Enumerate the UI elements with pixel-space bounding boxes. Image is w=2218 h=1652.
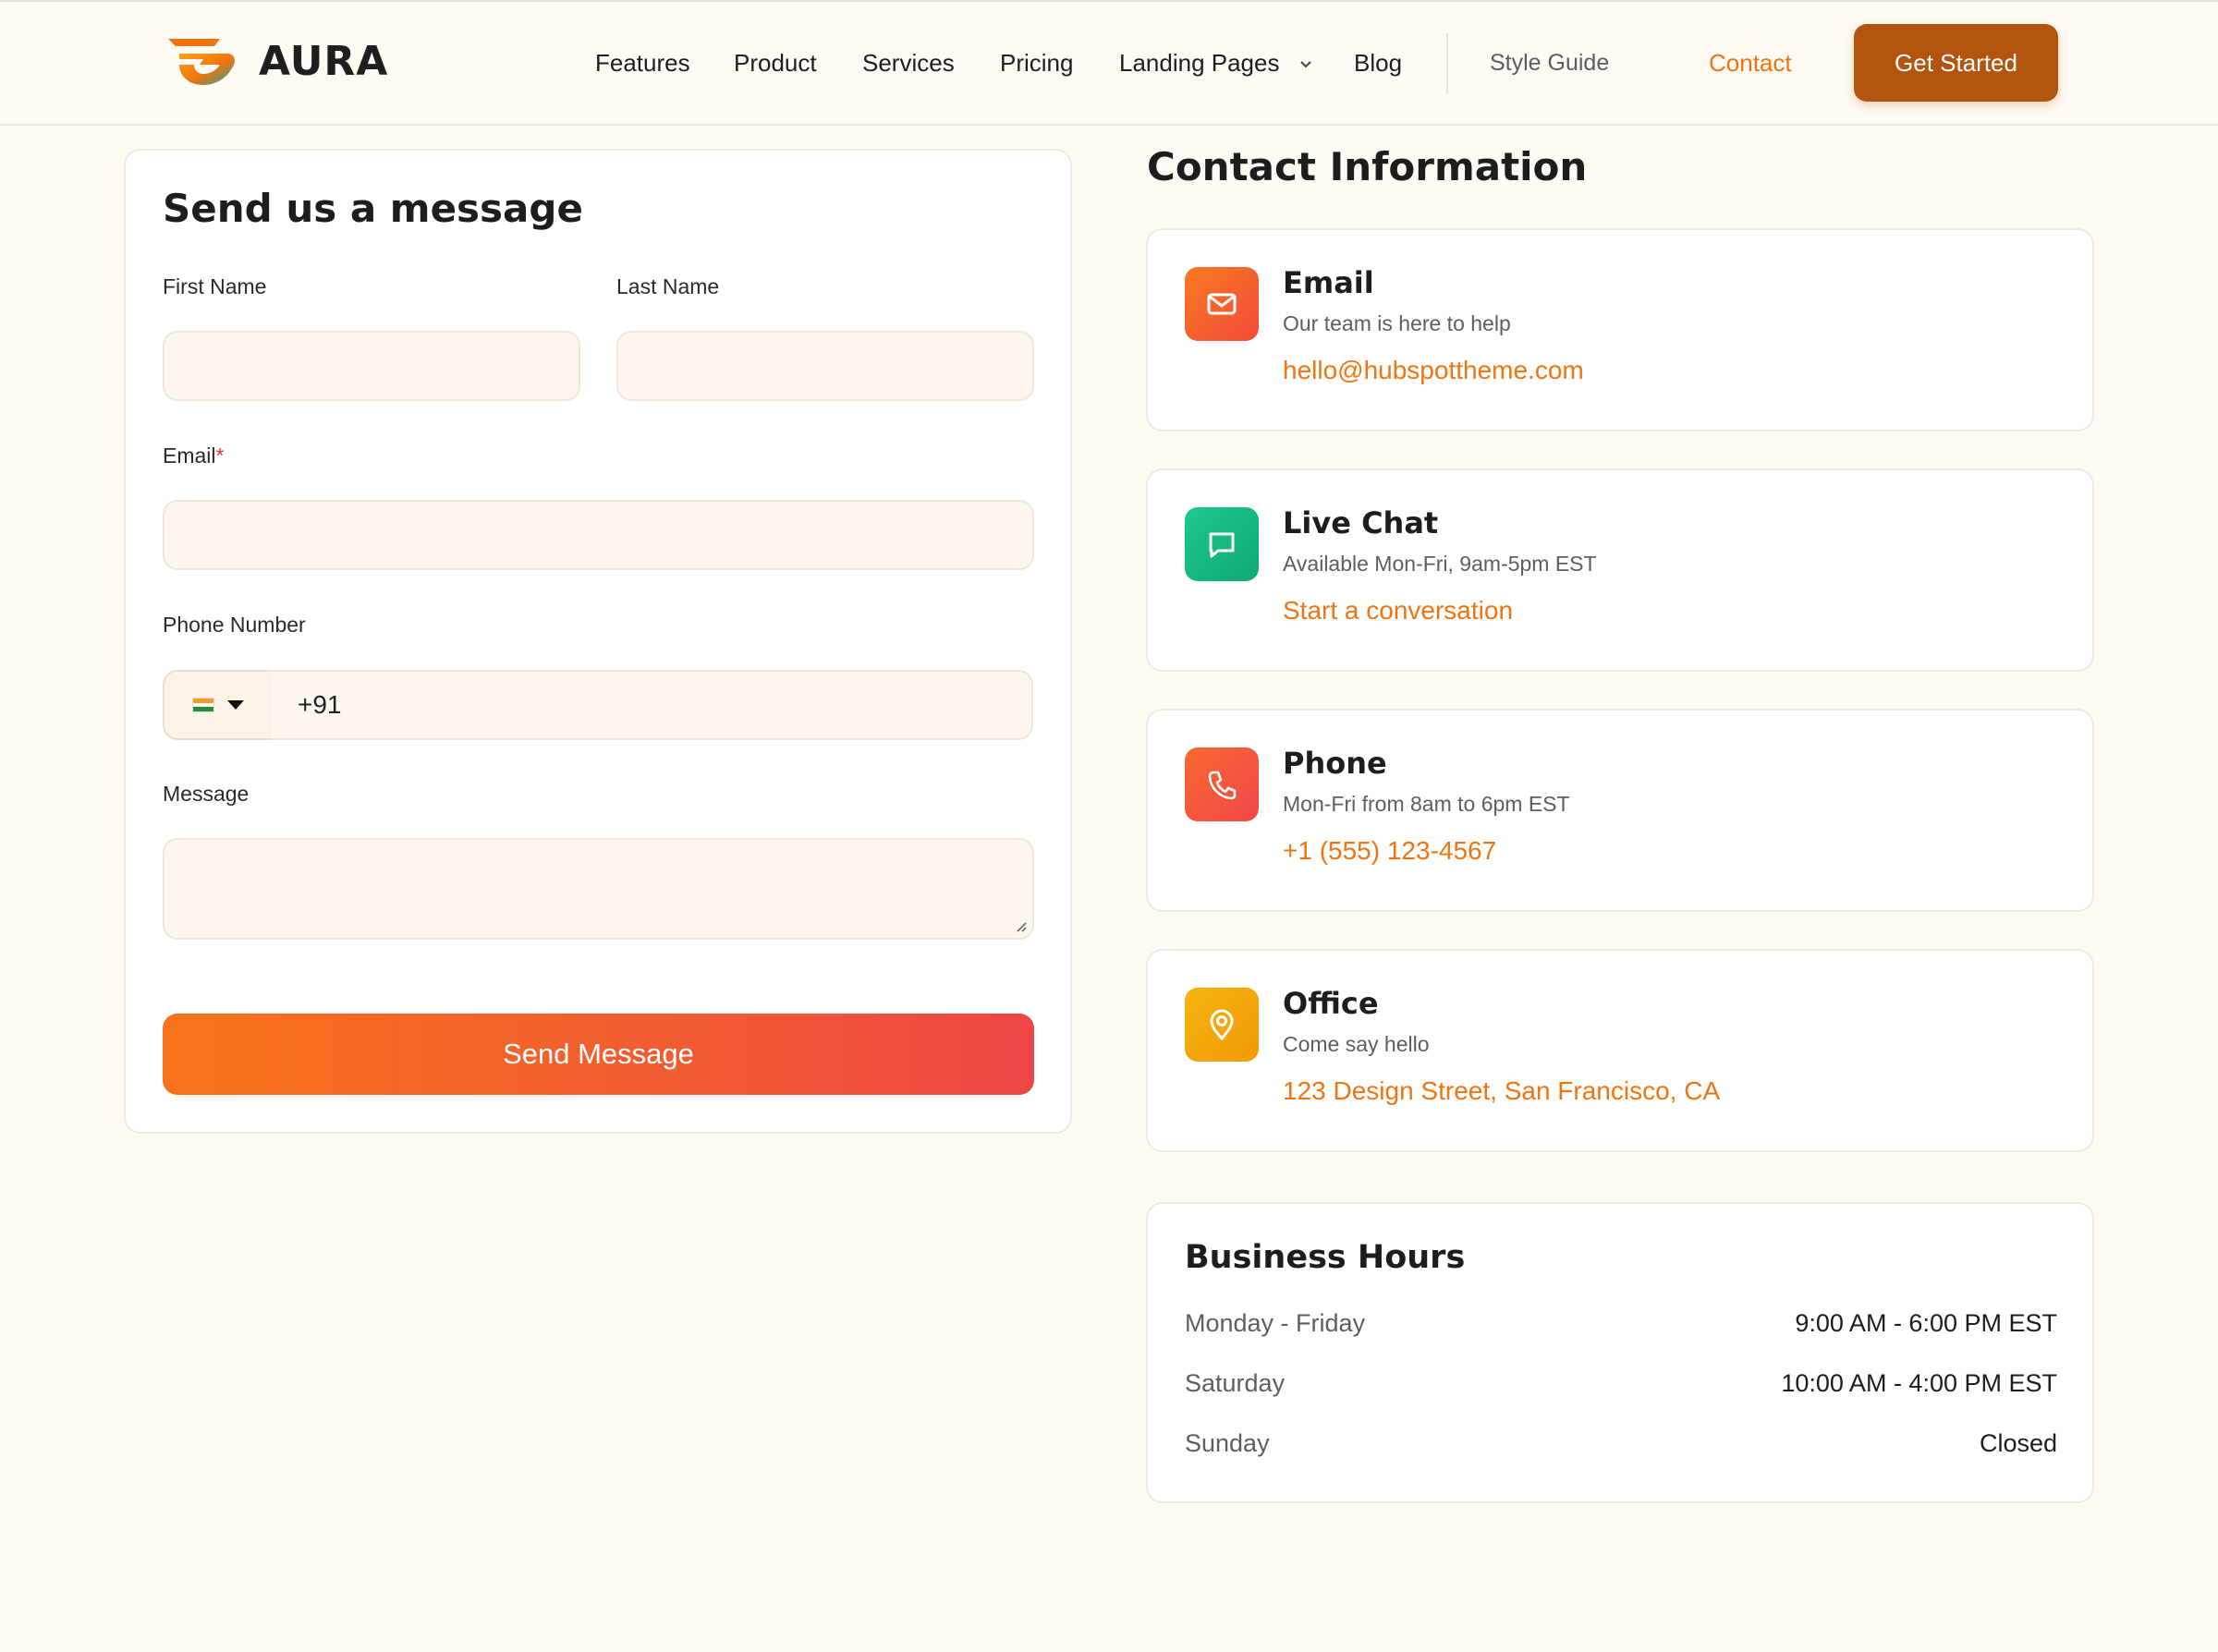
hours-row: Monday - Friday 9:00 AM - 6:00 PM EST xyxy=(1185,1309,2057,1346)
email-link[interactable]: hello@hubspottheme.com xyxy=(1283,356,1584,385)
office-card: Office Come say hello 123 Design Street,… xyxy=(1146,949,2094,1152)
first-name-label: First Name xyxy=(163,274,267,298)
nav-contact[interactable]: Contact xyxy=(1709,46,1792,79)
nav-features[interactable]: Features xyxy=(595,46,690,79)
message-field[interactable] xyxy=(163,838,1034,940)
first-name-field[interactable] xyxy=(163,331,580,401)
contact-info-title: Contact Information xyxy=(1147,144,1588,189)
phone-label: Phone Number xyxy=(163,613,306,637)
site-header: AURA Features Product Services Pricing L… xyxy=(0,2,2218,126)
hours-day: Monday - Friday xyxy=(1185,1309,1366,1337)
live-chat-card-title: Live Chat xyxy=(1283,505,1439,541)
business-hours-title: Business Hours xyxy=(1185,1239,1466,1276)
message-label: Message xyxy=(163,782,250,806)
nav-landing-pages-label: Landing Pages xyxy=(1119,49,1280,77)
nav-blog[interactable]: Blog xyxy=(1354,46,1402,79)
hours-day: Sunday xyxy=(1185,1429,1270,1457)
nav-landing-pages[interactable]: Landing Pages xyxy=(1119,46,1312,79)
nav-pricing[interactable]: Pricing xyxy=(1000,46,1073,79)
mail-icon xyxy=(1185,267,1259,341)
start-conversation-link[interactable]: Start a conversation xyxy=(1283,596,1513,626)
get-started-button[interactable]: Get Started xyxy=(1854,24,2058,102)
caret-down-icon xyxy=(227,700,244,710)
email-card-subtitle: Our team is here to help xyxy=(1283,311,1511,335)
message-form-card: Send us a message First Name Last Name E… xyxy=(124,149,1072,1134)
email-card-title: Email xyxy=(1283,265,1374,300)
last-name-label: Last Name xyxy=(616,274,720,298)
phone-card-subtitle: Mon-Fri from 8am to 6pm EST xyxy=(1283,792,1570,816)
map-pin-icon xyxy=(1185,988,1259,1062)
india-flag-icon xyxy=(192,698,214,712)
live-chat-card: Live Chat Available Mon-Fri, 9am-5pm EST… xyxy=(1146,468,2094,672)
required-mark: * xyxy=(215,443,225,468)
chat-icon xyxy=(1185,507,1259,581)
country-code-select[interactable] xyxy=(163,670,274,740)
hours-row: Saturday 10:00 AM - 4:00 PM EST xyxy=(1185,1369,2057,1406)
hours-time: 10:00 AM - 4:00 PM EST xyxy=(1781,1369,2057,1397)
office-card-title: Office xyxy=(1283,986,1379,1021)
email-card: Email Our team is here to help hello@hub… xyxy=(1146,228,2094,431)
office-card-subtitle: Come say hello xyxy=(1283,1032,1430,1056)
hours-day: Saturday xyxy=(1185,1369,1286,1397)
phone-field[interactable]: +91 xyxy=(272,670,1033,740)
phone-card: Phone Mon-Fri from 8am to 6pm EST +1 (55… xyxy=(1146,709,2094,912)
live-chat-card-subtitle: Available Mon-Fri, 9am-5pm EST xyxy=(1283,552,1597,576)
hours-time: 9:00 AM - 6:00 PM EST xyxy=(1795,1309,2057,1337)
email-label: Email* xyxy=(163,443,224,468)
phone-icon xyxy=(1185,747,1259,821)
nav-style-guide[interactable]: Style Guide xyxy=(1490,46,1609,79)
resize-grip-icon[interactable] xyxy=(1014,919,1027,932)
phone-link[interactable]: +1 (555) 123-4567 xyxy=(1283,836,1496,866)
nav-divider xyxy=(1446,33,1448,94)
hours-time: Closed xyxy=(1979,1429,2057,1457)
hours-row: Sunday Closed xyxy=(1185,1429,2057,1466)
nav-services[interactable]: Services xyxy=(862,46,955,79)
office-address-link[interactable]: 123 Design Street, San Francisco, CA xyxy=(1283,1076,1720,1106)
business-hours-card: Business Hours Monday - Friday 9:00 AM -… xyxy=(1146,1202,2094,1503)
send-message-button[interactable]: Send Message xyxy=(163,1014,1034,1095)
nav-product[interactable]: Product xyxy=(734,46,817,79)
email-field[interactable] xyxy=(163,500,1034,570)
phone-card-title: Phone xyxy=(1283,746,1387,781)
last-name-field[interactable] xyxy=(616,331,1034,401)
email-label-text: Email xyxy=(163,443,216,468)
form-title: Send us a message xyxy=(163,186,583,231)
chevron-down-icon xyxy=(1300,61,1311,68)
